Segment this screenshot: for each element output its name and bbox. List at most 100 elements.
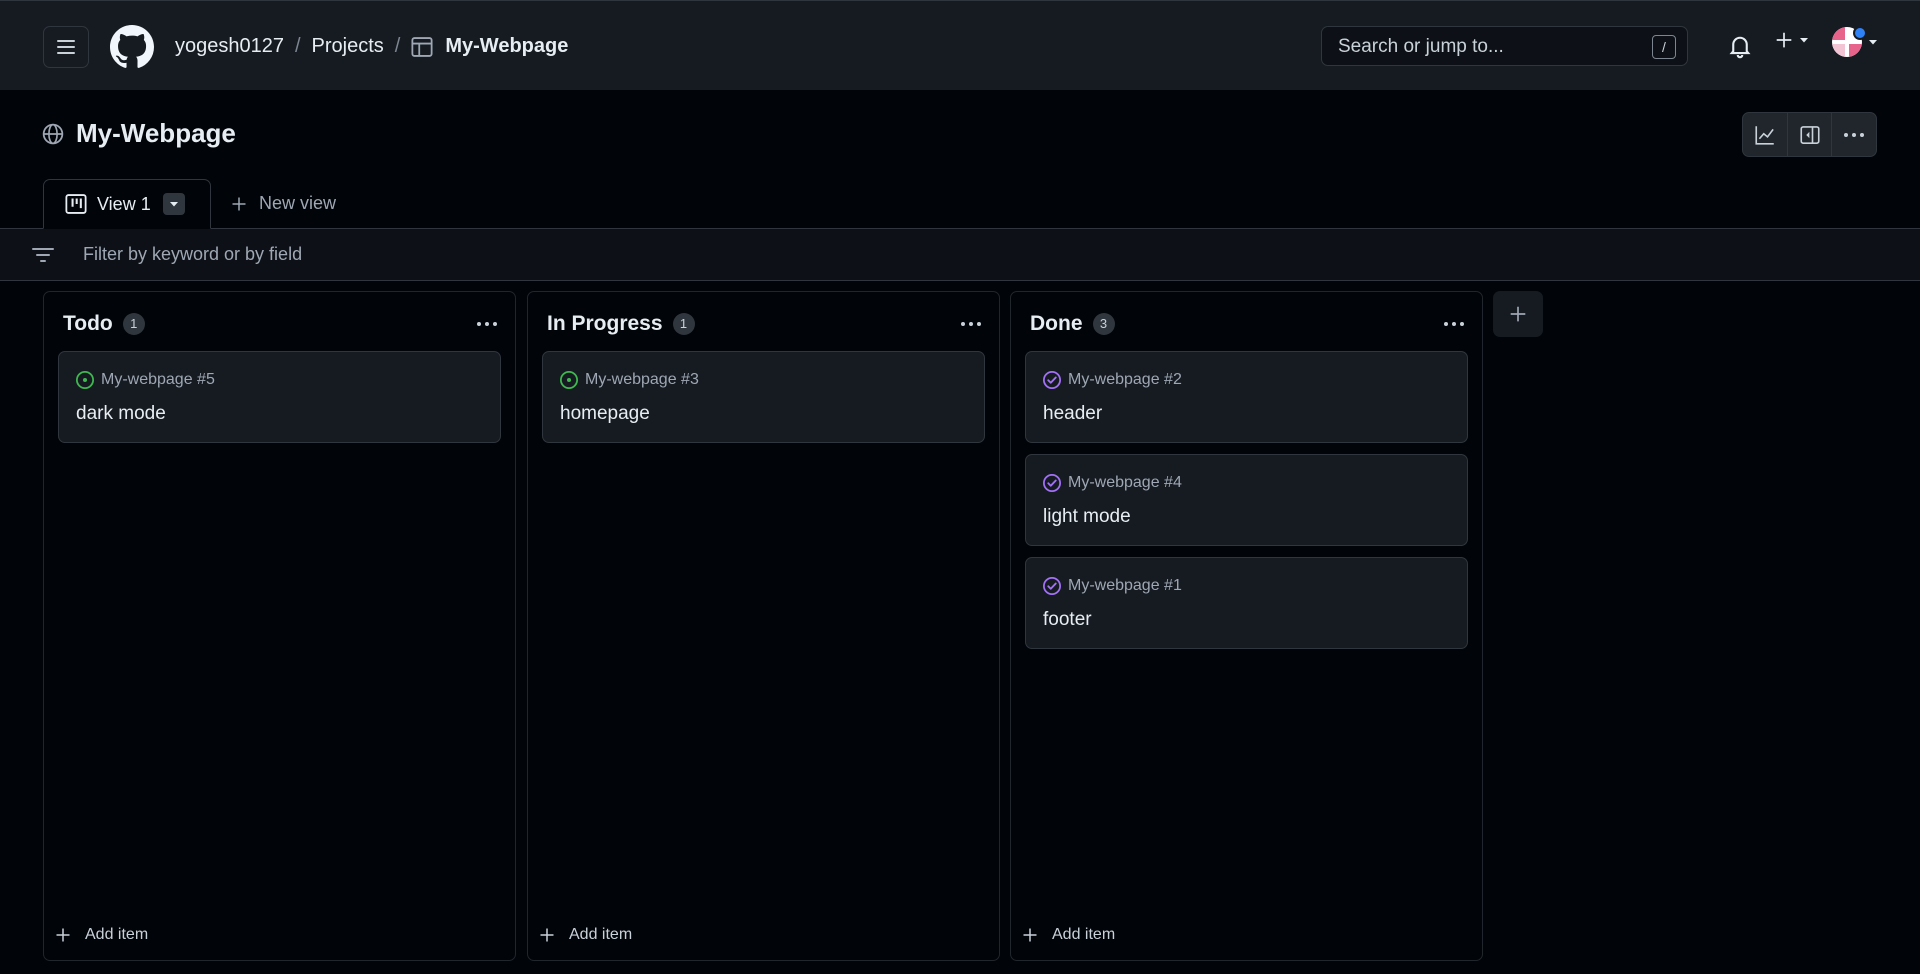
column-count-badge: 3: [1092, 313, 1115, 335]
card-ref-text[interactable]: My-webpage #2: [1068, 371, 1182, 389]
card-title[interactable]: dark mode: [76, 403, 166, 425]
board-card[interactable]: My-webpage #2 header: [1025, 351, 1468, 443]
sidebar-icon: [1799, 125, 1820, 144]
issue-closed-icon: [1043, 577, 1061, 595]
search-placeholder: Search or jump to...: [1338, 36, 1504, 57]
project-actions: [1742, 112, 1877, 157]
plus-icon: [540, 928, 554, 942]
column-header: In Progress 1: [547, 312, 695, 336]
hamburger-icon: [57, 40, 75, 54]
dot: [485, 322, 489, 326]
column-count-badge: 1: [122, 313, 145, 335]
board-column: Done 3 My-webpage #2 header My-webpage #4 lig…: [1010, 291, 1483, 961]
add-item-label: Add item: [569, 926, 633, 943]
search-input[interactable]: Search or jump to... /: [1321, 26, 1688, 66]
add-item-label: Add item: [1052, 926, 1116, 943]
project-title: My-Webpage: [42, 118, 236, 149]
filter-input[interactable]: Filter by keyword or by field: [83, 244, 302, 265]
dot: [1452, 322, 1456, 326]
filter-icon: [32, 248, 54, 262]
github-logo-icon[interactable]: [110, 25, 154, 69]
dot: [977, 322, 981, 326]
card-title[interactable]: footer: [1043, 609, 1092, 631]
column-count-badge: 1: [672, 313, 695, 335]
breadcrumb-separator: /: [394, 35, 401, 57]
board-card[interactable]: My-webpage #1 footer: [1025, 557, 1468, 649]
column-menu-button[interactable]: [961, 322, 981, 326]
dot: [1444, 322, 1448, 326]
add-column-button[interactable]: [1493, 291, 1543, 337]
board-column: In Progress 1 My-webpage #3 homepage Add ite…: [527, 291, 1000, 961]
card-title[interactable]: light mode: [1043, 506, 1131, 528]
breadcrumb-current[interactable]: My-Webpage: [445, 35, 568, 58]
add-item-label: Add item: [85, 926, 149, 943]
column-menu-button[interactable]: [1444, 322, 1464, 326]
breadcrumb-projects[interactable]: Projects: [312, 35, 384, 58]
slash-key-hint: /: [1652, 35, 1676, 59]
card-ref-text[interactable]: My-webpage #5: [101, 371, 215, 389]
plus-icon: [1023, 928, 1037, 942]
column-menu-button[interactable]: [477, 322, 497, 326]
project-title-text[interactable]: My-Webpage: [76, 118, 236, 149]
board-column: Todo 1 My-webpage #5 dark mode Add item: [43, 291, 516, 961]
dot: [493, 322, 497, 326]
insights-button[interactable]: [1743, 113, 1788, 156]
bell-icon[interactable]: [1728, 33, 1752, 59]
new-view-label: New view: [259, 193, 337, 213]
menu-button[interactable]: [43, 26, 89, 68]
card-reference: My-webpage #4: [1042, 473, 1182, 493]
card-reference: My-webpage #1: [1042, 576, 1182, 596]
breadcrumb-user[interactable]: yogesh0127: [175, 35, 284, 58]
add-item-button[interactable]: Add item: [55, 926, 148, 944]
chevron-down-icon: [1800, 38, 1808, 43]
plus-icon: [1776, 32, 1792, 48]
add-item-button[interactable]: Add item: [1022, 926, 1115, 944]
card-reference: My-webpage #2: [1042, 370, 1182, 390]
dot: [961, 322, 965, 326]
board-card[interactable]: My-webpage #5 dark mode: [58, 351, 501, 443]
table-icon: [411, 36, 433, 58]
chevron-down-icon: [169, 202, 178, 207]
graph-icon: [1755, 125, 1774, 145]
column-title[interactable]: Todo: [63, 312, 113, 336]
tab-label: View 1: [97, 193, 151, 214]
board-card[interactable]: My-webpage #3 homepage: [542, 351, 985, 443]
board-card[interactable]: My-webpage #4 light mode: [1025, 454, 1468, 546]
issue-closed-icon: [1043, 474, 1061, 492]
issue-closed-icon: [1043, 371, 1061, 389]
plus-icon: [1510, 306, 1526, 322]
more-options-button[interactable]: [1832, 113, 1876, 156]
filter-bar: Filter by keyword or by field: [0, 229, 1920, 281]
view-options-button[interactable]: [162, 193, 185, 215]
breadcrumb: yogesh0127 / Projects / My-Webpage: [175, 35, 568, 58]
add-item-button[interactable]: Add item: [539, 926, 632, 944]
create-new-button[interactable]: [1775, 31, 1809, 49]
card-reference: My-webpage #3: [559, 370, 699, 390]
card-ref-text[interactable]: My-webpage #1: [1068, 577, 1182, 595]
new-view-button[interactable]: New view: [231, 193, 336, 214]
card-reference: My-webpage #5: [75, 370, 215, 390]
card-ref-text[interactable]: My-webpage #4: [1068, 474, 1182, 492]
column-title[interactable]: In Progress: [547, 312, 663, 336]
kebab-horizontal-icon: [1844, 132, 1865, 137]
card-ref-text[interactable]: My-webpage #3: [585, 371, 699, 389]
column-header: Todo 1: [63, 312, 145, 336]
plus-icon: [232, 197, 246, 210]
card-title[interactable]: homepage: [560, 403, 650, 425]
breadcrumb-separator: /: [294, 35, 301, 57]
column-title[interactable]: Done: [1030, 312, 1083, 336]
tab-view-1[interactable]: View 1: [43, 179, 211, 229]
chevron-down-icon: [1869, 40, 1877, 45]
issue-open-icon: [560, 371, 578, 389]
dot: [1460, 322, 1464, 326]
dot: [969, 322, 973, 326]
column-header: Done 3: [1030, 312, 1115, 336]
globe-icon: [42, 123, 64, 144]
plus-icon: [56, 928, 70, 942]
board-icon: [65, 194, 87, 214]
global-header: yogesh0127 / Projects / My-Webpage Searc…: [0, 0, 1920, 90]
notification-indicator: [1853, 26, 1867, 40]
side-panel-button[interactable]: [1788, 113, 1833, 156]
issue-open-icon: [76, 371, 94, 389]
card-title[interactable]: header: [1043, 403, 1102, 425]
